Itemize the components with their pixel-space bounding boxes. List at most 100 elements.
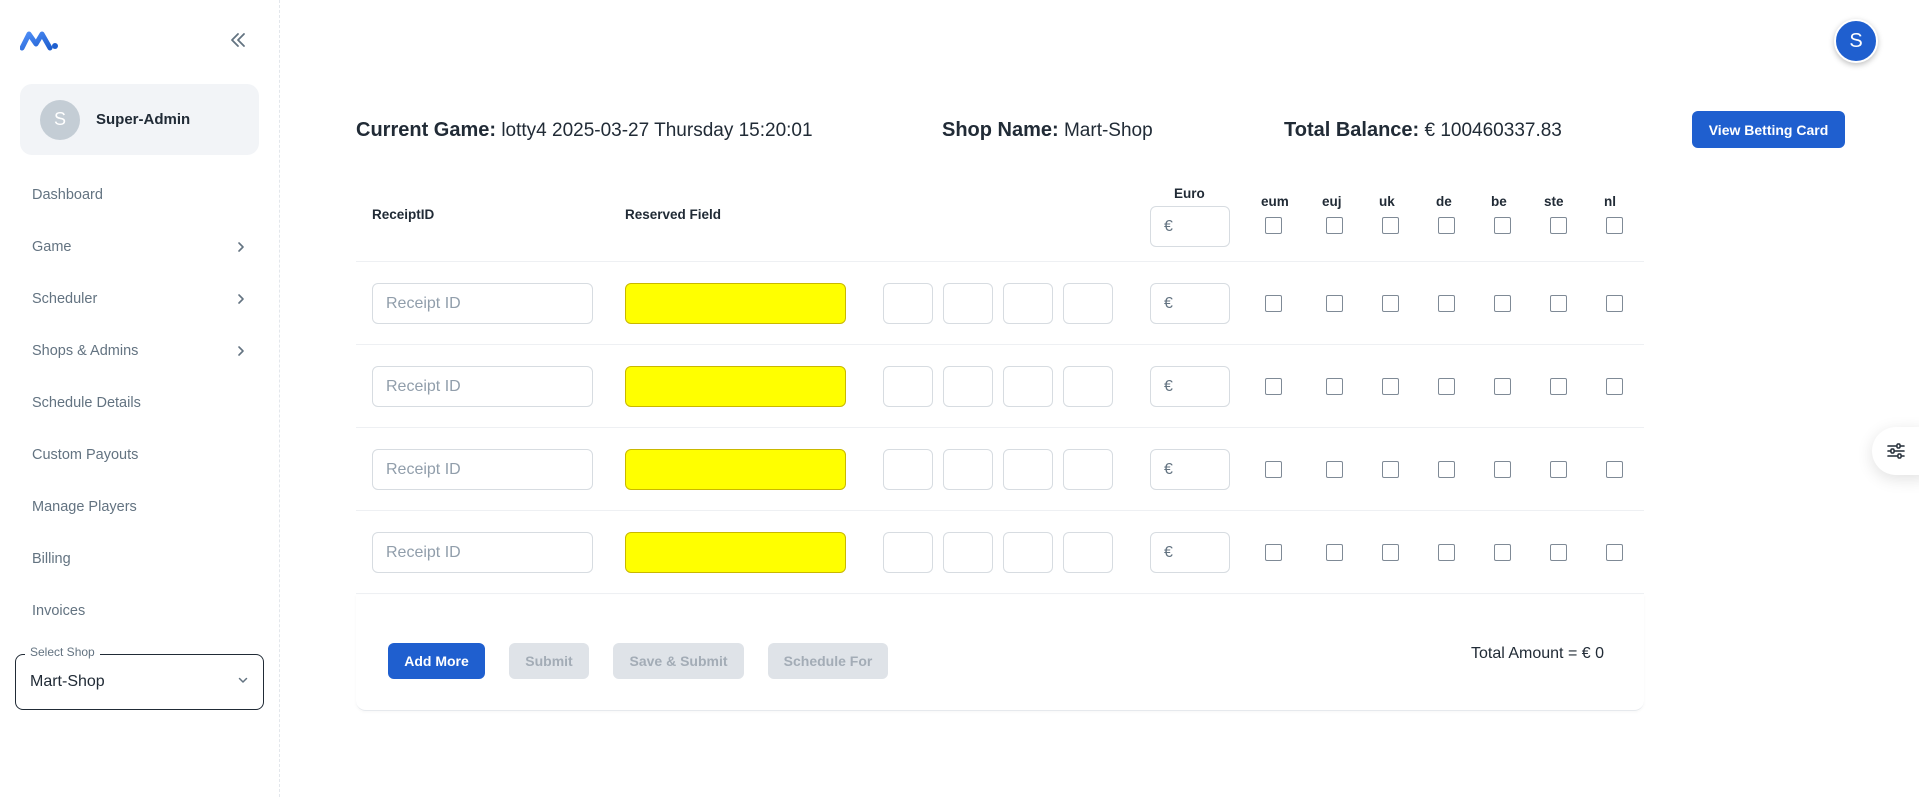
select-all-uk-checkbox[interactable] [1382, 217, 1399, 234]
be-checkbox[interactable] [1494, 544, 1511, 561]
sidebar-item-custom-payouts[interactable]: Custom Payouts [16, 429, 263, 481]
sidebar-item-invoices[interactable]: Invoices [16, 585, 263, 637]
nl-checkbox[interactable] [1606, 295, 1623, 312]
de-checkbox[interactable] [1438, 544, 1455, 561]
current-game-value: lotty4 2025-03-27 Thursday 15:20:01 [501, 120, 813, 141]
number-input[interactable] [883, 366, 933, 407]
sidebar-item-label: Shops & Admins [32, 343, 139, 359]
be-checkbox[interactable] [1494, 378, 1511, 395]
reserved-field-input[interactable] [625, 532, 846, 573]
sidebar-item-game[interactable]: Game [16, 221, 263, 273]
add-more-button[interactable]: Add More [388, 643, 485, 679]
euj-checkbox[interactable] [1326, 461, 1343, 478]
sidebar-item-shops-admins[interactable]: Shops & Admins [16, 325, 263, 377]
de-checkbox[interactable] [1438, 461, 1455, 478]
number-input[interactable] [943, 532, 993, 573]
view-betting-card-button[interactable]: View Betting Card [1692, 111, 1845, 148]
sidebar-item-manage-players[interactable]: Manage Players [16, 481, 263, 533]
collapse-sidebar-button[interactable] [226, 28, 250, 52]
euro-symbol: € [1164, 294, 1173, 312]
euro-all-input[interactable]: € [1150, 206, 1230, 247]
settings-drawer-button[interactable] [1872, 427, 1919, 475]
submit-button[interactable]: Submit [509, 643, 589, 679]
user-card[interactable]: S Super-Admin [20, 84, 259, 155]
settings-sliders-icon [1887, 443, 1905, 459]
number-input[interactable] [1063, 366, 1113, 407]
euj-checkbox[interactable] [1326, 378, 1343, 395]
eum-checkbox[interactable] [1265, 378, 1282, 395]
number-input[interactable] [1063, 283, 1113, 324]
current-game-label: Current Game: [356, 119, 497, 141]
ste-checkbox[interactable] [1550, 461, 1567, 478]
table-row: € [356, 345, 1644, 428]
euro-amount-input[interactable]: € [1150, 283, 1230, 324]
reserved-field-input[interactable] [625, 283, 846, 324]
number-input[interactable] [1003, 283, 1053, 324]
euro-amount-input[interactable]: € [1150, 366, 1230, 407]
be-checkbox[interactable] [1494, 295, 1511, 312]
column-header-ste: ste [1544, 194, 1564, 209]
receipt-id-input[interactable] [372, 283, 593, 324]
sidebar-item-schedule-details[interactable]: Schedule Details [16, 377, 263, 429]
form-footer: Add More Submit Save & Submit Schedule F… [356, 595, 1644, 711]
reserved-field-input[interactable] [625, 366, 846, 407]
nl-checkbox[interactable] [1606, 461, 1623, 478]
sidebar-item-label: Custom Payouts [32, 447, 139, 463]
select-shop-dropdown[interactable]: Select Shop Mart-Shop [15, 645, 264, 710]
number-input[interactable] [883, 532, 933, 573]
number-input[interactable] [1003, 366, 1053, 407]
ste-checkbox[interactable] [1550, 378, 1567, 395]
sidebar-item-dashboard[interactable]: Dashboard [16, 169, 263, 221]
de-checkbox[interactable] [1438, 378, 1455, 395]
select-all-ste-checkbox[interactable] [1550, 217, 1567, 234]
column-header-uk: uk [1379, 194, 1395, 209]
schedule-for-button[interactable]: Schedule For [768, 643, 888, 679]
number-input[interactable] [1003, 449, 1053, 490]
receipt-id-input[interactable] [372, 449, 593, 490]
number-input[interactable] [943, 449, 993, 490]
number-input[interactable] [1063, 449, 1113, 490]
total-balance-value: € 100460337.83 [1424, 120, 1562, 141]
sidebar-item-billing[interactable]: Billing [16, 533, 263, 585]
select-all-eum-checkbox[interactable] [1265, 217, 1282, 234]
euro-amount-input[interactable]: € [1150, 532, 1230, 573]
number-input[interactable] [1063, 532, 1113, 573]
number-input[interactable] [943, 283, 993, 324]
euj-checkbox[interactable] [1326, 295, 1343, 312]
eum-checkbox[interactable] [1265, 295, 1282, 312]
nl-checkbox[interactable] [1606, 378, 1623, 395]
ste-checkbox[interactable] [1550, 544, 1567, 561]
logo-icon[interactable] [20, 28, 60, 52]
sidebar-item-scheduler[interactable]: Scheduler [16, 273, 263, 325]
table-row: € [356, 428, 1644, 511]
de-checkbox[interactable] [1438, 295, 1455, 312]
sidebar-item-label: Game [32, 239, 72, 255]
select-all-nl-checkbox[interactable] [1606, 217, 1623, 234]
be-checkbox[interactable] [1494, 461, 1511, 478]
nl-checkbox[interactable] [1606, 544, 1623, 561]
uk-checkbox[interactable] [1382, 544, 1399, 561]
number-input[interactable] [1003, 532, 1053, 573]
euro-amount-input[interactable]: € [1150, 449, 1230, 490]
save-submit-button[interactable]: Save & Submit [613, 643, 744, 679]
account-avatar[interactable]: S [1834, 19, 1878, 63]
ste-checkbox[interactable] [1550, 295, 1567, 312]
select-all-be-checkbox[interactable] [1494, 217, 1511, 234]
eum-checkbox[interactable] [1265, 461, 1282, 478]
reserved-field-input[interactable] [625, 449, 846, 490]
euro-symbol: € [1164, 377, 1173, 395]
uk-checkbox[interactable] [1382, 378, 1399, 395]
number-input[interactable] [943, 366, 993, 407]
eum-checkbox[interactable] [1265, 544, 1282, 561]
receipt-id-input[interactable] [372, 532, 593, 573]
euj-checkbox[interactable] [1326, 544, 1343, 561]
uk-checkbox[interactable] [1382, 461, 1399, 478]
uk-checkbox[interactable] [1382, 295, 1399, 312]
select-all-euj-checkbox[interactable] [1326, 217, 1343, 234]
user-name: Super-Admin [96, 111, 191, 128]
receipt-id-input[interactable] [372, 366, 593, 407]
column-header-eum: eum [1261, 194, 1289, 209]
number-input[interactable] [883, 449, 933, 490]
select-all-de-checkbox[interactable] [1438, 217, 1455, 234]
number-input[interactable] [883, 283, 933, 324]
